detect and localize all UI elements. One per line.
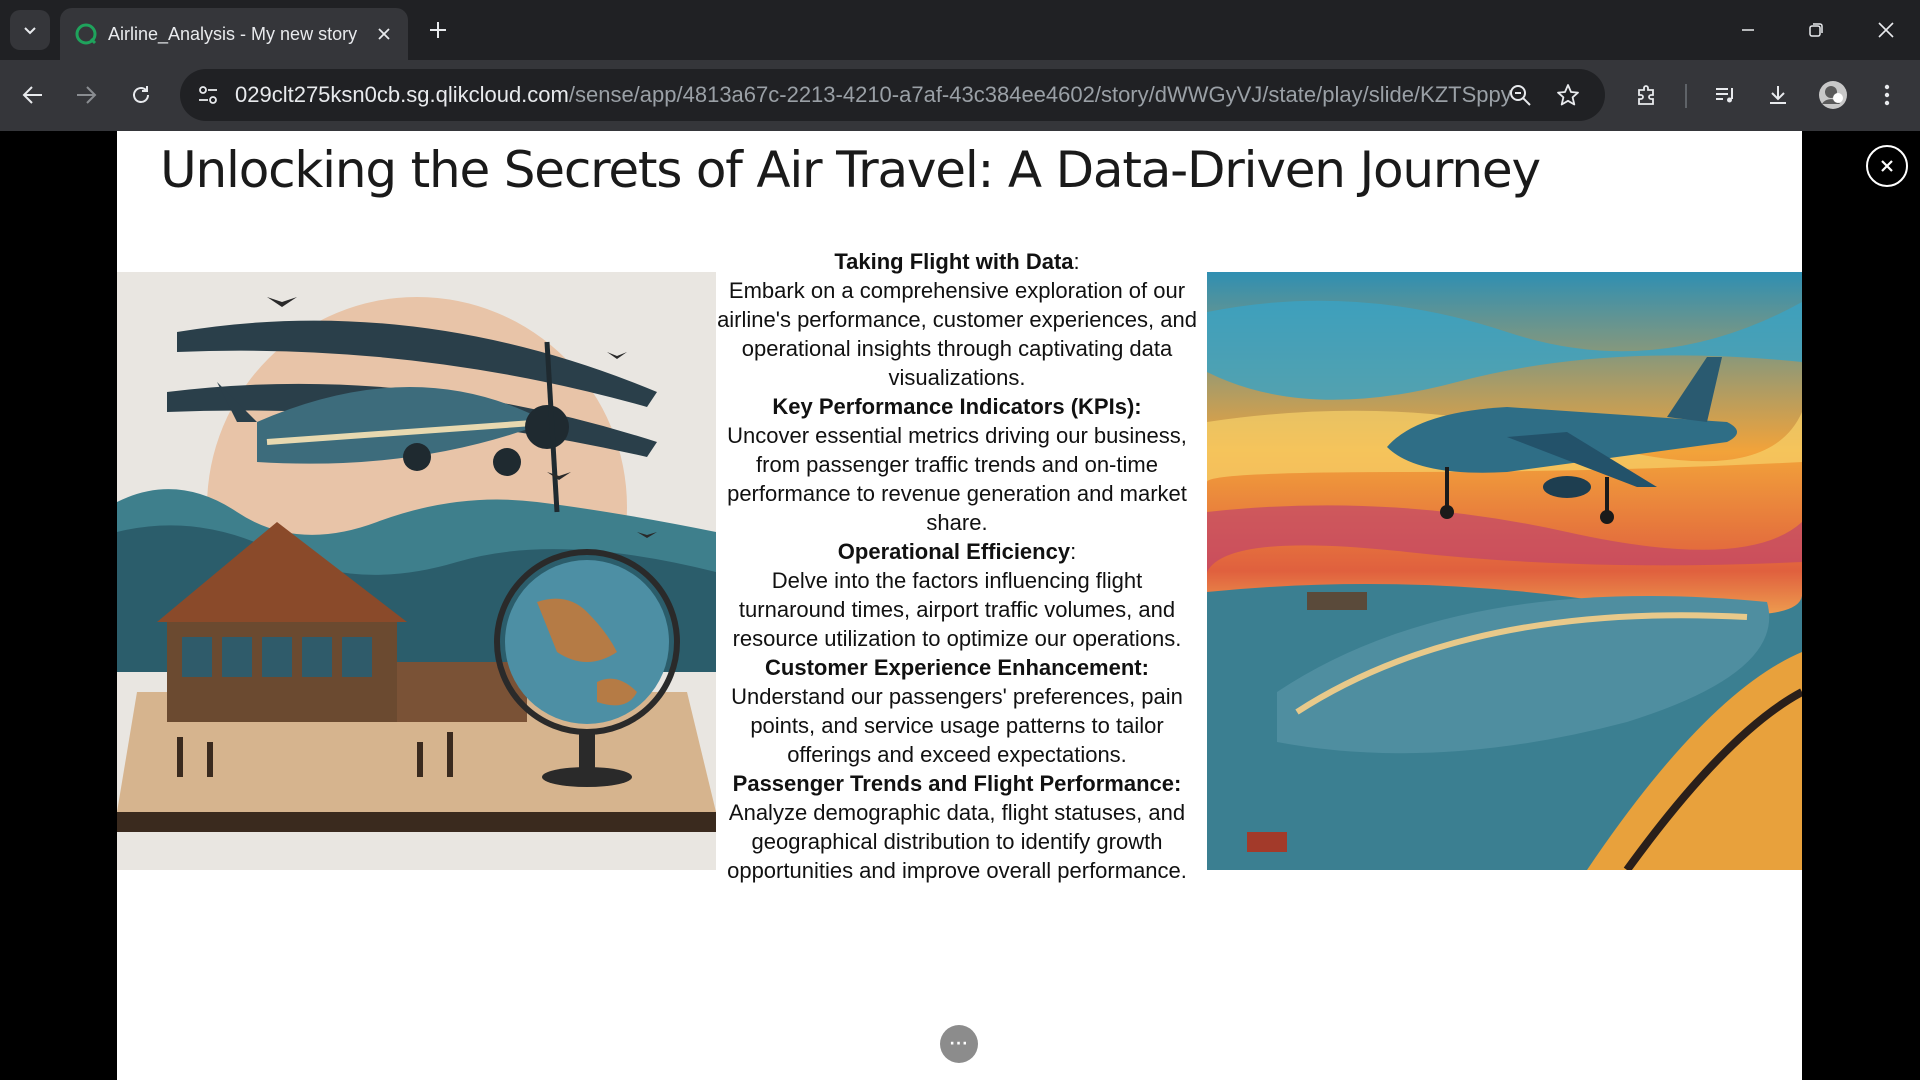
section-heading: Passenger Trends and Flight Performance: <box>732 771 1182 796</box>
section-heading: Key Performance Indicators (KPIs): <box>717 392 1197 421</box>
close-icon <box>1881 160 1893 172</box>
download-icon <box>1770 86 1786 104</box>
browser-tab-bar: Airline_Analysis - My new story <box>0 0 1920 60</box>
heading-text: Key Performance Indicators (KPIs) <box>772 394 1135 419</box>
heading-text: Taking Flight with Data <box>834 249 1074 274</box>
zoom-icon <box>1510 85 1531 106</box>
browser-menu-button[interactable] <box>1868 76 1906 114</box>
reload-button[interactable] <box>121 75 161 115</box>
more-vertical-icon <box>1884 84 1890 106</box>
zoom-button[interactable] <box>1504 79 1536 111</box>
heading-suffix: : <box>1070 539 1077 564</box>
heading-suffix: : <box>1073 249 1080 274</box>
back-button[interactable] <box>13 75 53 115</box>
section-text: Embark on a comprehensive exploration of… <box>717 278 1197 390</box>
more-options-button[interactable]: ··· <box>940 1025 978 1063</box>
arrow-left-icon <box>22 86 42 104</box>
profile-button[interactable] <box>1814 76 1852 114</box>
slide-title-text: Unlocking the Secrets of Air Travel: A D… <box>160 141 1541 199</box>
toolbar-separator <box>1685 84 1687 108</box>
section-text: Uncover essential metrics driving our bu… <box>727 423 1187 535</box>
forward-button[interactable] <box>66 75 106 115</box>
section-heading: Taking Flight with Data: <box>717 247 1197 276</box>
star-icon <box>1557 84 1579 106</box>
url-host: 029clt275ksn0cb.sg.qlikcloud.com <box>235 82 569 107</box>
vintage-aviation-image <box>117 272 716 870</box>
reload-icon <box>133 86 149 103</box>
close-window-button[interactable] <box>1864 10 1908 50</box>
section-text: Delve into the factors influencing fligh… <box>732 568 1182 651</box>
site-info-button[interactable] <box>194 81 222 109</box>
tab-close-button[interactable] <box>370 20 398 48</box>
tab-title: Airline_Analysis - My new story <box>108 24 358 44</box>
bookmark-button[interactable] <box>1552 79 1584 111</box>
exit-story-button[interactable] <box>1866 145 1908 187</box>
active-tab[interactable]: Airline_Analysis - My new story <box>60 8 408 60</box>
section-text: Understand our passengers' preferences, … <box>731 684 1183 767</box>
section-heading: Customer Experience Enhancement: <box>765 655 1149 680</box>
section-text: Analyze demographic data, flight statuse… <box>727 800 1187 883</box>
queue-music-icon <box>1716 88 1733 103</box>
puzzle-icon <box>1638 85 1654 105</box>
sunset-jet-image <box>1207 272 1802 870</box>
minimize-icon <box>1742 29 1754 31</box>
restore-icon <box>1809 23 1823 37</box>
slide-text-block: Taking Flight with Data: Embark on a com… <box>717 247 1197 885</box>
chevron-down-icon <box>24 27 36 35</box>
restore-button[interactable] <box>1794 10 1838 50</box>
minimize-button[interactable] <box>1726 10 1770 50</box>
new-tab-button[interactable] <box>420 12 456 48</box>
browser-toolbar: 029clt275ksn0cb.sg.qlikcloud.com/sense/a… <box>0 60 1920 131</box>
url-text[interactable]: 029clt275ksn0cb.sg.qlikcloud.com/sense/a… <box>235 81 1512 109</box>
story-slide: Unlocking the Secrets of Air Travel: A D… <box>117 131 1802 1080</box>
tab-search-button[interactable] <box>10 10 50 50</box>
media-controls-button[interactable] <box>1706 76 1744 114</box>
heading-suffix: : <box>1134 394 1142 419</box>
arrow-right-icon <box>77 86 97 104</box>
heading-text: Operational Efficiency <box>837 539 1071 564</box>
extensions-button[interactable] <box>1628 76 1666 114</box>
section-heading: Operational Efficiency: <box>717 537 1197 566</box>
story-viewport: Unlocking the Secrets of Air Travel: A D… <box>0 131 1920 1080</box>
tune-icon <box>199 86 217 104</box>
address-bar[interactable]: 029clt275ksn0cb.sg.qlikcloud.com/sense/a… <box>180 69 1605 121</box>
close-icon <box>378 28 390 40</box>
downloads-button[interactable] <box>1759 76 1797 114</box>
close-icon <box>1878 22 1894 38</box>
qlik-favicon-icon <box>75 23 97 45</box>
plus-icon <box>430 22 446 38</box>
slide-title: Unlocking the Secrets of Air Travel: A D… <box>117 141 1800 199</box>
avatar-icon <box>1819 81 1847 109</box>
url-path: /sense/app/4813a67c-2213-4210-a7af-43c38… <box>568 82 1512 107</box>
